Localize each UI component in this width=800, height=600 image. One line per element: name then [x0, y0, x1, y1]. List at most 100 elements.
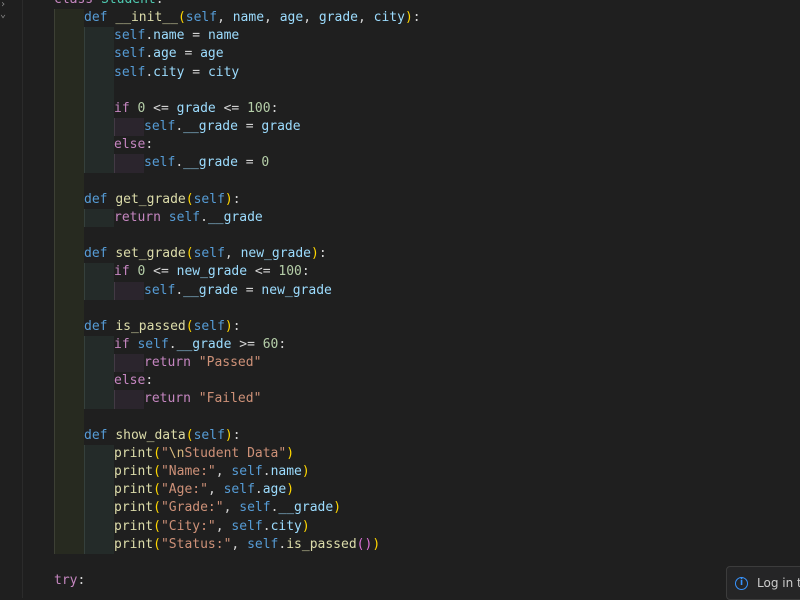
code-token: ) [404, 10, 413, 26]
code-line[interactable]: if self.__grade >= 60: [32, 335, 800, 355]
code-line[interactable]: def is_passed(self): [32, 317, 800, 336]
code-token: age [153, 46, 177, 62]
login-notification[interactable]: i Log in to [726, 566, 800, 600]
code-token: ( [153, 500, 161, 516]
code-line[interactable]: if 0 <= grade <= 100: [32, 99, 800, 119]
indent-guide [54, 227, 84, 246]
code-token: self [137, 336, 169, 352]
code-editor[interactable]: class Student:def __init__(self, name, a… [32, 0, 800, 598]
code-text: if 0 <= grade <= 100: [114, 100, 278, 118]
code-token: = [237, 282, 262, 298]
code-token: 100 [247, 100, 271, 116]
code-token: ( [153, 464, 161, 480]
code-line[interactable]: print("Status:", self.is_passed()) [32, 535, 800, 554]
code-line[interactable]: def show_data(self): [32, 426, 800, 445]
code-token: 100 [278, 264, 302, 280]
code-token: print [114, 445, 154, 461]
line-indent-pad [32, 354, 54, 372]
code-line[interactable]: self.city = city [32, 63, 800, 82]
indent-guide [54, 317, 84, 336]
code-line[interactable] [32, 299, 800, 318]
code-token: self [193, 427, 225, 443]
code-text: return "Failed" [144, 390, 261, 408]
code-token: , [223, 500, 240, 516]
code-line[interactable]: self.name = name [32, 27, 800, 46]
line-indent-pad [32, 263, 54, 281]
login-notification-text[interactable]: Log in to [757, 576, 800, 590]
code-token: name [270, 464, 302, 480]
code-token: self [144, 282, 176, 298]
code-token: . [200, 209, 208, 225]
line-indent-pad [32, 82, 54, 100]
code-line[interactable]: print("Age:", self.age) [32, 481, 800, 500]
code-token: print [114, 482, 154, 498]
code-line[interactable]: self.__grade = grade [32, 118, 800, 137]
code-token: "Passed" [198, 355, 262, 371]
code-token: <= [215, 100, 248, 116]
code-text: print("\nStudent Data") [114, 445, 294, 463]
code-token: . [145, 28, 154, 44]
code-token: print [114, 464, 154, 480]
code-line[interactable]: print("Name:", self.name) [32, 463, 800, 482]
code-line[interactable]: self.age = age [32, 45, 800, 64]
code-line[interactable]: try: [32, 572, 800, 590]
code-token: ( [185, 191, 194, 207]
code-line[interactable]: else: [32, 372, 800, 391]
code-line[interactable]: return self.__grade [32, 208, 800, 228]
code-line[interactable]: else: [32, 136, 800, 155]
code-token: <= [247, 264, 279, 280]
code-token: self [114, 46, 146, 62]
code-line[interactable]: def get_grade(self): [32, 190, 800, 209]
indent-guide [84, 463, 114, 482]
indent-guide [54, 208, 84, 228]
code-token: , [217, 10, 233, 26]
code-line[interactable]: def set_grade(self, new_grade): [32, 245, 800, 264]
editor-gutter: › ⌄ [0, 0, 23, 598]
line-indent-pad [32, 100, 54, 118]
code-line[interactable]: print("City:", self.city) [32, 517, 800, 536]
code-token: : [145, 137, 154, 153]
code-token: age [200, 46, 224, 62]
code-token: return [114, 209, 169, 225]
fold-chevron-icon[interactable]: › ⌄ [0, 0, 20, 20]
code-token: self [193, 318, 225, 334]
line-indent-pad [32, 227, 54, 245]
code-line[interactable]: self.__grade = new_grade [32, 281, 800, 300]
code-token: Student [101, 0, 156, 7]
code-line[interactable]: print("Grade:", self.__grade) [32, 499, 800, 518]
indent-guide [84, 481, 114, 500]
code-token: new_grade [176, 264, 248, 280]
code-text: def get_grade(self): [84, 191, 241, 209]
code-token: return [144, 355, 199, 371]
code-token: "Failed" [198, 391, 262, 407]
code-token: name [153, 28, 185, 44]
code-line[interactable]: print("\nStudent Data") [32, 444, 800, 464]
code-text: def set_grade(self, new_grade): [84, 245, 327, 263]
code-token: age [279, 10, 304, 26]
code-line[interactable]: return "Passed" [32, 354, 800, 373]
code-token: __grade [183, 119, 238, 135]
code-token: = [237, 155, 262, 171]
code-text: self.city = city [114, 64, 239, 82]
code-line[interactable] [32, 172, 800, 191]
code-line[interactable]: return "Failed" [32, 390, 800, 409]
code-token: self [231, 518, 263, 534]
indent-guide [54, 372, 84, 391]
code-line[interactable] [32, 227, 800, 246]
code-line[interactable]: class Student: [32, 0, 800, 9]
code-line[interactable] [32, 81, 800, 100]
code-token: city [270, 518, 302, 534]
code-token: ) [311, 246, 319, 262]
code-token: name [232, 10, 265, 26]
indent-guide [84, 335, 114, 355]
code-line[interactable]: def __init__(self, name, age, grade, cit… [32, 9, 800, 28]
line-indent-pad [32, 427, 54, 445]
code-line[interactable]: self.__grade = 0 [32, 154, 800, 173]
code-line[interactable] [32, 554, 800, 572]
code-token: . [145, 46, 154, 62]
indent-guide [84, 27, 114, 46]
code-text: if self.__grade >= 60: [114, 336, 286, 354]
code-line[interactable]: if 0 <= new_grade <= 100: [32, 263, 800, 282]
code-line[interactable] [32, 408, 800, 427]
line-indent-pad [32, 409, 54, 427]
